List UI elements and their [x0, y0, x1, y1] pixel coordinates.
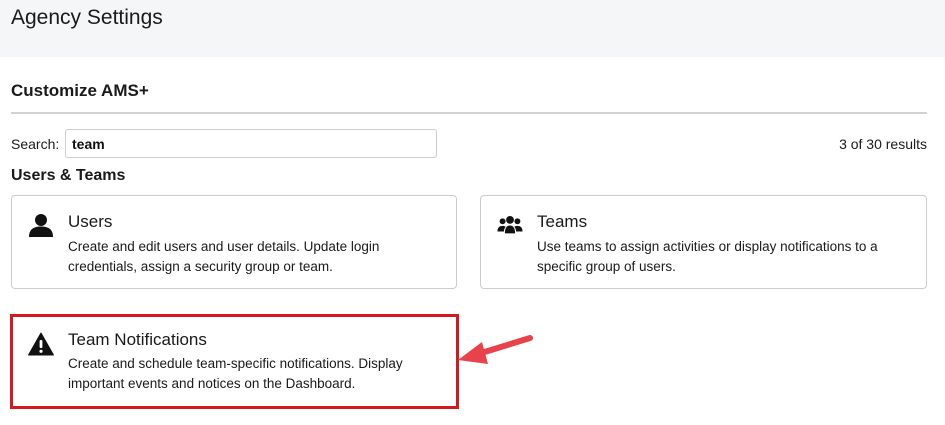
- page-title: Agency Settings: [11, 6, 163, 29]
- search-input[interactable]: [65, 129, 437, 158]
- annotation-arrow-icon: [458, 335, 533, 364]
- teams-card-description: Use teams to assign activities or displa…: [537, 239, 878, 274]
- results-count: 3 of 30 results: [839, 136, 927, 152]
- teams-card-title: Teams: [537, 212, 588, 231]
- teams-icon: [497, 215, 523, 234]
- group-title: Users & Teams: [11, 167, 126, 184]
- warning-icon: [28, 332, 54, 356]
- users-card-description: Create and edit users and user details. …: [68, 239, 380, 274]
- users-card[interactable]: Users Create and edit users and user det…: [11, 195, 457, 289]
- section-divider: [11, 112, 927, 114]
- users-card-title: Users: [68, 212, 113, 231]
- page-header: Agency Settings: [0, 0, 945, 57]
- team-notifications-card-description: Create and schedule team-specific notifi…: [68, 356, 403, 391]
- team-notifications-card-title: Team Notifications: [68, 330, 207, 349]
- search-label: Search:: [11, 136, 60, 152]
- user-icon: [29, 214, 53, 237]
- section-title: Customize AMS+: [11, 81, 149, 100]
- teams-card[interactable]: Teams Use teams to assign activities or …: [480, 195, 927, 289]
- team-notifications-card[interactable]: Team Notifications Create and schedule t…: [10, 314, 459, 409]
